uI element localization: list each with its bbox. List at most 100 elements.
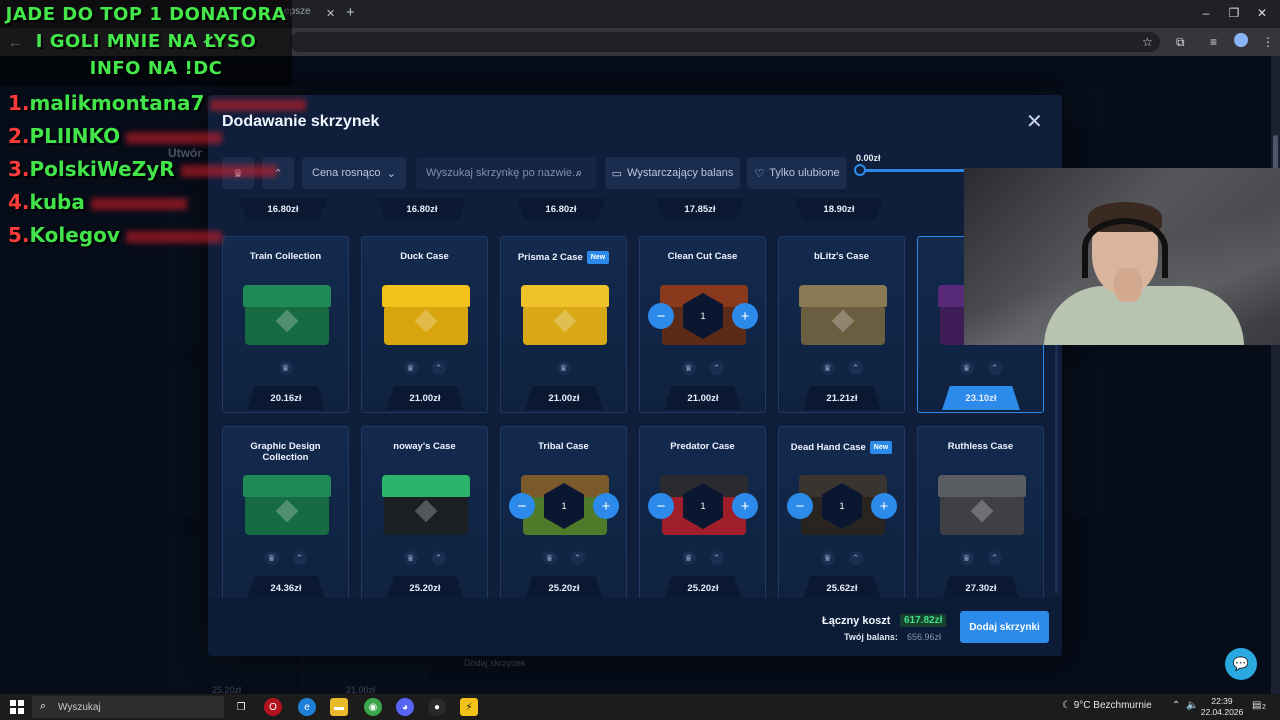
case-card[interactable]: Clean Cut Case −1 + ♛ ⌃ 21.00zł: [639, 236, 766, 413]
increment-button[interactable]: +: [732, 493, 758, 519]
taskbar-search[interactable]: Wyszukaj: [32, 696, 224, 718]
donor-rank: 4.: [8, 190, 30, 214]
case-card[interactable]: Ruthless Case ♛ ⌃ 27.30zł: [917, 426, 1044, 598]
decrement-button[interactable]: −: [787, 493, 813, 519]
case-image: [938, 475, 1026, 535]
crown-icon[interactable]: ♛: [959, 551, 974, 565]
chrome-icon[interactable]: ◉: [364, 698, 382, 716]
case-card[interactable]: bLitz's Case ♛ ⌃ 21.21zł: [778, 236, 905, 413]
rank-icon[interactable]: ⌃: [987, 551, 1002, 565]
rank-icon[interactable]: ⌃: [709, 551, 724, 565]
case-name: Predator Case: [644, 441, 761, 452]
case-name: Train Collection: [227, 251, 344, 262]
close-icon[interactable]: ✕: [1026, 109, 1043, 134]
case-name-text: Dead Hand Case: [790, 442, 866, 453]
file-explorer-icon[interactable]: ▬: [330, 698, 348, 716]
case-card[interactable]: Predator Case −1 + ♛ ⌃ 25.20zł: [639, 426, 766, 598]
crown-icon[interactable]: ♛: [681, 551, 696, 565]
profile-avatar[interactable]: [1234, 33, 1248, 47]
rank-icon[interactable]: ⌃: [431, 361, 446, 375]
case-card[interactable]: Tribal Case −1 + ♛ ⌃ 25.20zł: [500, 426, 627, 598]
windows-start-icon[interactable]: [10, 700, 24, 714]
price-range-handle[interactable]: [854, 164, 866, 176]
case-card[interactable]: Prisma 2 Case New ♛ 21.00zł: [500, 236, 627, 413]
balance-filter-button[interactable]: ▭ Wystarczający balans: [605, 157, 740, 189]
total-cost-value: 617.82zł: [900, 614, 947, 627]
media-icon[interactable]: ≡: [1210, 35, 1217, 49]
rank-icon[interactable]: ⌃: [292, 551, 307, 565]
bookmark-star-icon[interactable]: ☆: [1142, 35, 1153, 49]
crown-icon[interactable]: ♛: [681, 361, 696, 375]
rank-icon[interactable]: ⌃: [848, 551, 863, 565]
crown-icon[interactable]: ♛: [820, 551, 835, 565]
donor-row: 2.PLIINKO: [8, 124, 223, 148]
case-price: 21.00zł: [525, 386, 603, 410]
clock-time: 22:39: [1211, 696, 1233, 706]
tab-close-icon[interactable]: ✕: [326, 7, 335, 20]
case-name-text: noway's Case: [393, 441, 456, 452]
sort-select[interactable]: Cena rosnąco ⌄: [302, 157, 406, 189]
donor-rank: 5.: [8, 223, 30, 247]
edge-icon[interactable]: e: [298, 698, 316, 716]
modal-toolbar: ♛ ⌃ Cena rosnąco ⌄ Wyszukaj skrzynkę po …: [208, 153, 1062, 195]
search-input[interactable]: Wyszukaj skrzynkę po nazwie... ⌕: [416, 157, 596, 189]
case-card[interactable]: Duck Case ♛ ⌃ 21.00zł: [361, 236, 488, 413]
crown-icon[interactable]: ♛: [403, 551, 418, 565]
discord-icon[interactable]: ◕: [396, 698, 414, 716]
price-range-slider[interactable]: [858, 169, 968, 172]
crown-icon[interactable]: ♛: [542, 551, 557, 565]
task-view-icon[interactable]: ❐: [232, 698, 250, 716]
minimize-icon[interactable]: –: [1196, 6, 1216, 20]
search-placeholder: Wyszukaj skrzynkę po nazwie...: [426, 167, 582, 179]
case-icons: ♛ ⌃: [362, 551, 487, 565]
maximize-icon[interactable]: ❐: [1224, 6, 1244, 20]
obs-icon[interactable]: ●: [428, 698, 446, 716]
increment-button[interactable]: +: [732, 303, 758, 329]
browser-menu-icon[interactable]: ⋮: [1262, 35, 1274, 49]
case-card[interactable]: noway's Case ♛ ⌃ 25.20zł: [361, 426, 488, 598]
new-tab-icon[interactable]: +: [346, 4, 355, 21]
crown-icon[interactable]: ♛: [264, 551, 279, 565]
favorites-filter-button[interactable]: ♡ Tylko ulubione: [747, 157, 847, 189]
case-name-text: bLitz's Case: [813, 251, 870, 262]
opera-icon[interactable]: O: [264, 698, 282, 716]
crown-icon[interactable]: ♛: [820, 361, 835, 375]
extensions-icon[interactable]: ⧉: [1176, 35, 1185, 50]
balance-filter-label: Wystarczający balans: [627, 167, 734, 179]
rank-icon[interactable]: ⌃: [431, 551, 446, 565]
tray-chevron-icon[interactable]: ⌃: [1172, 700, 1180, 711]
chat-icon[interactable]: 💬: [1225, 648, 1257, 680]
close-icon[interactable]: ✕: [1252, 6, 1272, 20]
cases-grid: 16.80zł 16.80zł 16.80zł 17.85zł 18.90zł …: [208, 198, 1062, 598]
decrement-button[interactable]: −: [509, 493, 535, 519]
decrement-button[interactable]: −: [648, 493, 674, 519]
address-bar[interactable]: [290, 32, 1160, 52]
add-cases-button[interactable]: Dodaj skrzynki: [960, 611, 1049, 643]
donor-name: malikmontana7: [29, 91, 205, 115]
crown-icon[interactable]: ♛: [403, 361, 418, 375]
rank-icon[interactable]: ⌃: [570, 551, 585, 565]
rank-icon[interactable]: ⌃: [709, 361, 724, 375]
crown-icon[interactable]: ♛: [959, 361, 974, 375]
quantity-value: 1: [683, 483, 723, 529]
increment-button[interactable]: +: [871, 493, 897, 519]
volume-icon[interactable]: 🔈: [1186, 700, 1198, 711]
notifications-icon[interactable]: ▤: [1252, 700, 1261, 711]
clock[interactable]: 22:39 22.04.2026: [1198, 696, 1246, 718]
donor-row: 5.Kolegov: [8, 223, 222, 247]
app-icon[interactable]: ⚡: [460, 698, 478, 716]
rank-icon[interactable]: ⌃: [987, 361, 1002, 375]
case-card[interactable]: Graphic Design Collection ♛ ⌃ 24.36zł: [222, 426, 349, 598]
weather-widget[interactable]: ☾ 9°C Bezchmurnie: [1062, 700, 1152, 711]
increment-button[interactable]: +: [593, 493, 619, 519]
decrement-button[interactable]: −: [648, 303, 674, 329]
rank-icon[interactable]: ⌃: [848, 361, 863, 375]
case-lid: [938, 475, 1026, 497]
crown-icon[interactable]: ♛: [556, 361, 571, 375]
case-price: 25.20zł: [664, 576, 742, 598]
case-card[interactable]: Train Collection ♛ 20.16zł: [222, 236, 349, 413]
case-card[interactable]: Dead Hand Case New −1 + ♛ ⌃ 25.62zł: [778, 426, 905, 598]
webcam-person-hand: [1114, 268, 1142, 302]
crown-icon[interactable]: ♛: [278, 361, 293, 375]
balance-value: 656.96zł: [907, 632, 942, 642]
